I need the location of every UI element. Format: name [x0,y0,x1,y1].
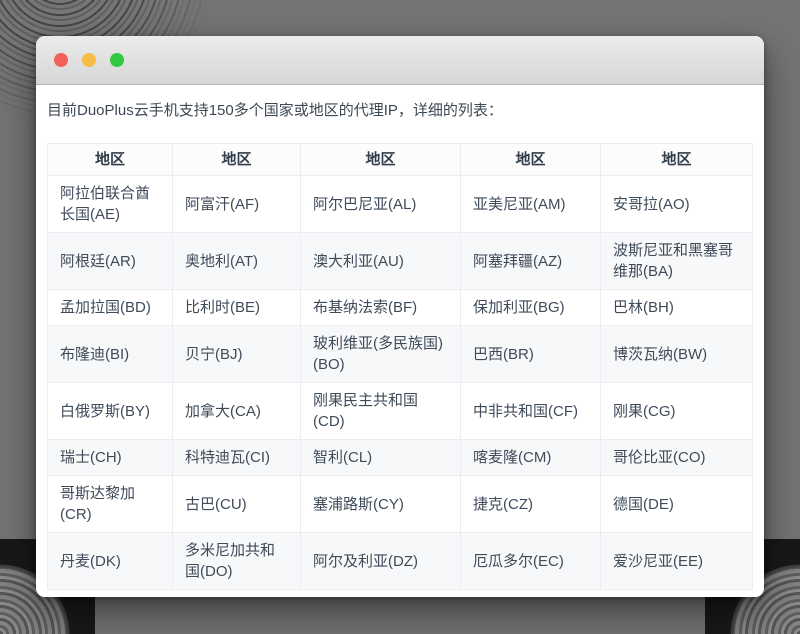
table-body: 阿拉伯联合酋长国(AE)阿富汗(AF)阿尔巴尼亚(AL)亚美尼亚(AM)安哥拉(… [48,176,753,590]
region-cell: 丹麦(DK) [48,533,173,590]
region-cell: 科特迪瓦(CI) [173,440,301,476]
region-cell: 加拿大(CA) [173,383,301,440]
region-cell: 澳大利亚(AU) [301,233,461,290]
column-header: 地区 [461,144,601,176]
region-cell: 喀麦隆(CM) [461,440,601,476]
region-cell: 白俄罗斯(BY) [48,383,173,440]
table-row: 丹麦(DK)多米尼加共和国(DO)阿尔及利亚(DZ)厄瓜多尔(EC)爱沙尼亚(E… [48,533,753,590]
region-cell: 阿尔及利亚(DZ) [301,533,461,590]
table-row: 布隆迪(BI)贝宁(BJ)玻利维亚(多民族国)(BO)巴西(BR)博茨瓦纳(BW… [48,326,753,383]
intro-text: 目前DuoPlus云手机支持150多个国家或地区的代理IP，详细的列表： [47,100,753,121]
table-row: 哥斯达黎加(CR)古巴(CU)塞浦路斯(CY)捷克(CZ)德国(DE) [48,476,753,533]
region-cell: 德国(DE) [601,476,753,533]
region-cell: 保加利亚(BG) [461,290,601,326]
table-header-row: 地区地区地区地区地区 [48,144,753,176]
region-cell: 阿拉伯联合酋长国(AE) [48,176,173,233]
minimize-button[interactable] [82,53,96,67]
region-cell: 阿富汗(AF) [173,176,301,233]
region-cell: 阿根廷(AR) [48,233,173,290]
column-header: 地区 [601,144,753,176]
region-cell: 玻利维亚(多民族国)(BO) [301,326,461,383]
region-cell: 安哥拉(AO) [601,176,753,233]
column-header: 地区 [173,144,301,176]
region-cell: 中非共和国(CF) [461,383,601,440]
region-cell: 巴林(BH) [601,290,753,326]
region-cell: 哥斯达黎加(CR) [48,476,173,533]
window-content: 目前DuoPlus云手机支持150多个国家或地区的代理IP，详细的列表： 地区地… [36,85,764,597]
region-cell: 塞浦路斯(CY) [301,476,461,533]
region-cell: 比利时(BE) [173,290,301,326]
region-cell: 古巴(CU) [173,476,301,533]
table-row: 瑞士(CH)科特迪瓦(CI)智利(CL)喀麦隆(CM)哥伦比亚(CO) [48,440,753,476]
region-cell: 贝宁(BJ) [173,326,301,383]
region-cell: 爱沙尼亚(EE) [601,533,753,590]
region-cell: 瑞士(CH) [48,440,173,476]
column-header: 地区 [48,144,173,176]
region-cell: 布隆迪(BI) [48,326,173,383]
region-cell: 波斯尼亚和黑塞哥维那(BA) [601,233,753,290]
region-cell: 巴西(BR) [461,326,601,383]
region-cell: 刚果(CG) [601,383,753,440]
maximize-button[interactable] [110,53,124,67]
region-cell: 布基纳法索(BF) [301,290,461,326]
column-header: 地区 [301,144,461,176]
table-row: 孟加拉国(BD)比利时(BE)布基纳法索(BF)保加利亚(BG)巴林(BH) [48,290,753,326]
region-cell: 阿塞拜疆(AZ) [461,233,601,290]
region-cell: 厄瓜多尔(EC) [461,533,601,590]
region-cell: 刚果民主共和国(CD) [301,383,461,440]
region-cell: 哥伦比亚(CO) [601,440,753,476]
region-cell: 多米尼加共和国(DO) [173,533,301,590]
region-cell: 博茨瓦纳(BW) [601,326,753,383]
window-titlebar[interactable] [36,36,764,85]
table-row: 白俄罗斯(BY)加拿大(CA)刚果民主共和国(CD)中非共和国(CF)刚果(CG… [48,383,753,440]
region-cell: 孟加拉国(BD) [48,290,173,326]
region-cell: 智利(CL) [301,440,461,476]
region-cell: 阿尔巴尼亚(AL) [301,176,461,233]
region-cell: 奥地利(AT) [173,233,301,290]
region-table: 地区地区地区地区地区 阿拉伯联合酋长国(AE)阿富汗(AF)阿尔巴尼亚(AL)亚… [47,143,753,590]
close-button[interactable] [54,53,68,67]
table-row: 阿根廷(AR)奥地利(AT)澳大利亚(AU)阿塞拜疆(AZ)波斯尼亚和黑塞哥维那… [48,233,753,290]
table-row: 阿拉伯联合酋长国(AE)阿富汗(AF)阿尔巴尼亚(AL)亚美尼亚(AM)安哥拉(… [48,176,753,233]
app-window: 目前DuoPlus云手机支持150多个国家或地区的代理IP，详细的列表： 地区地… [36,36,764,597]
region-cell: 亚美尼亚(AM) [461,176,601,233]
region-cell: 捷克(CZ) [461,476,601,533]
